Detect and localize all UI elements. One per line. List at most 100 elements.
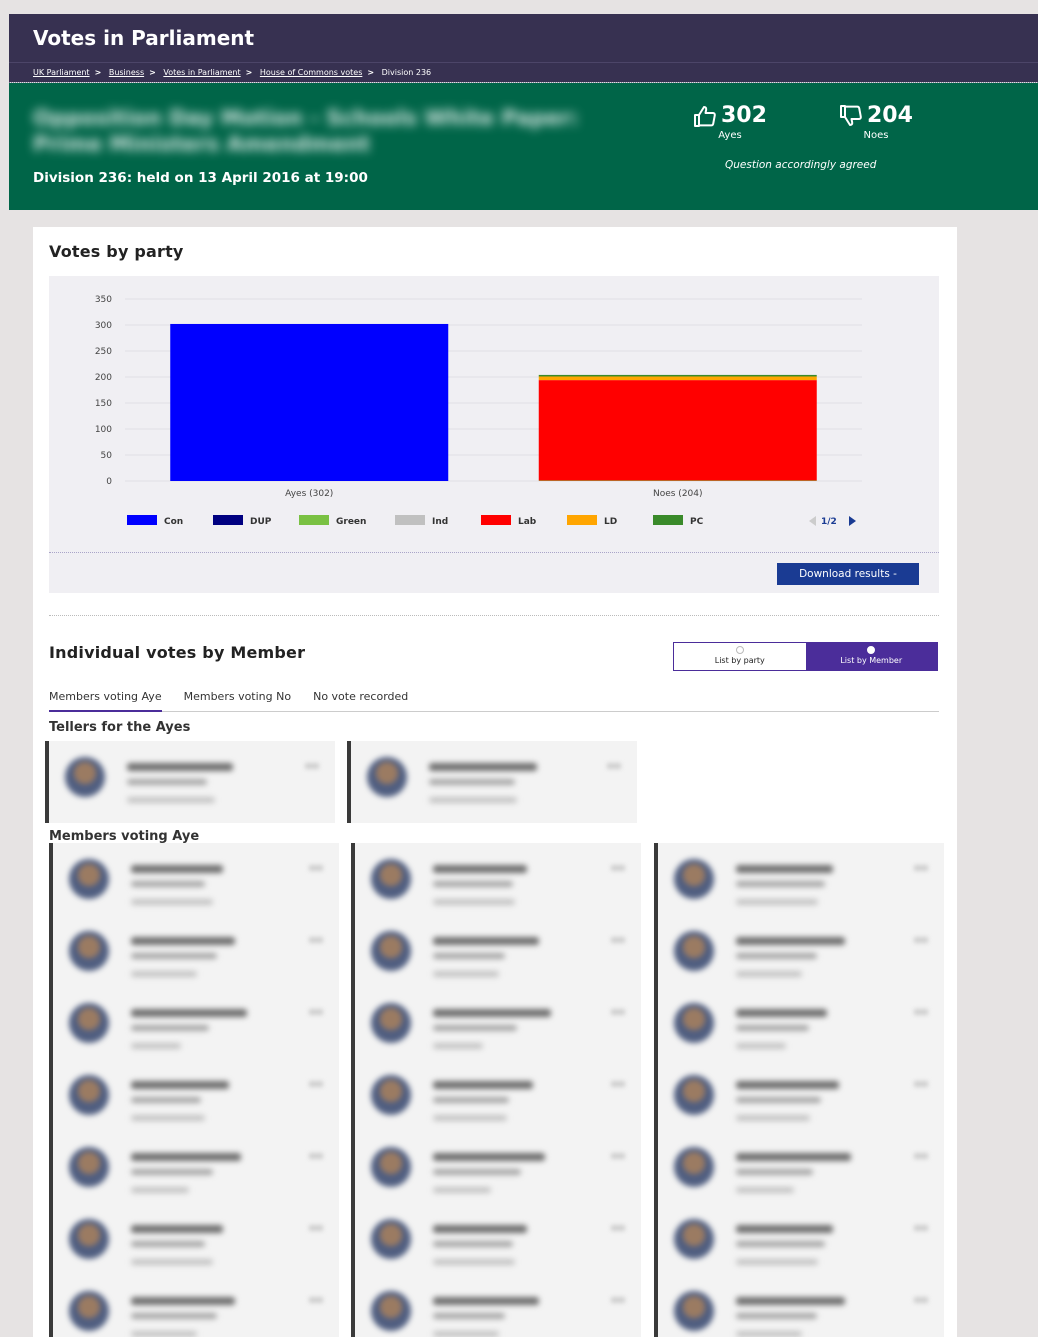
division-result: Question accordingly agreed: [725, 159, 877, 171]
y-tick-label: 250: [95, 347, 112, 357]
member-card[interactable]: [654, 915, 944, 997]
member-menu-icon[interactable]: [914, 1297, 928, 1303]
x-tick-label: Ayes (302): [285, 489, 333, 499]
member-card[interactable]: [49, 1203, 339, 1285]
member-card[interactable]: [351, 1275, 641, 1337]
member-card[interactable]: [49, 1131, 339, 1213]
member-card[interactable]: [351, 1131, 641, 1213]
legend-label: Lab: [518, 517, 537, 527]
ayes-tally: 302 Ayes: [693, 103, 767, 141]
motion-title: Opposition Day Motion - Schools White Pa…: [33, 106, 579, 156]
y-tick-label: 100: [95, 425, 112, 435]
breadcrumb-separator-icon: >: [367, 68, 375, 77]
member-menu-icon[interactable]: [611, 1081, 625, 1087]
member-avatar: [674, 1003, 714, 1043]
member-details: [736, 1153, 851, 1201]
member-menu-icon[interactable]: [309, 1081, 323, 1087]
member-avatar: [69, 1219, 109, 1259]
member-card[interactable]: [49, 843, 339, 925]
breadcrumb-business[interactable]: Business: [109, 68, 144, 77]
member-card[interactable]: [49, 1275, 339, 1337]
individual-votes-heading: Individual votes by Member: [49, 643, 306, 662]
member-avatar: [371, 1147, 411, 1187]
member-details: [736, 1081, 839, 1129]
member-menu-icon[interactable]: [914, 937, 928, 943]
member-avatar: [69, 1147, 109, 1187]
member-details: [736, 865, 833, 913]
member-card[interactable]: [351, 1059, 641, 1141]
tab-members-voting-aye[interactable]: Members voting Aye: [49, 690, 162, 712]
member-menu-icon[interactable]: [309, 937, 323, 943]
member-card[interactable]: [49, 915, 339, 997]
member-card[interactable]: [654, 843, 944, 925]
member-menu-icon[interactable]: [309, 1297, 323, 1303]
legend-swatch: [395, 515, 425, 525]
member-details: [433, 865, 527, 913]
member-card[interactable]: [654, 987, 944, 1069]
member-menu-icon[interactable]: [611, 1225, 625, 1231]
member-details: [433, 937, 539, 985]
legend-swatch: [213, 515, 243, 525]
legend-label: DUP: [250, 517, 272, 527]
member-details: [131, 937, 235, 985]
member-card[interactable]: [654, 1203, 944, 1285]
member-menu-icon[interactable]: [914, 1225, 928, 1231]
legend-label: PC: [690, 517, 704, 527]
member-menu-icon[interactable]: [914, 865, 928, 871]
legend-swatch: [567, 515, 597, 525]
breadcrumb-commons-votes[interactable]: House of Commons votes: [260, 68, 362, 77]
list-by-party-option[interactable]: List by party: [674, 643, 806, 670]
member-card[interactable]: [347, 741, 637, 823]
member-avatar: [371, 859, 411, 899]
list-by-member-option[interactable]: List by Member: [805, 643, 937, 670]
member-menu-icon[interactable]: [611, 1009, 625, 1015]
member-menu-icon[interactable]: [611, 1153, 625, 1159]
member-menu-icon[interactable]: [611, 865, 625, 871]
member-menu-icon[interactable]: [611, 1297, 625, 1303]
member-card[interactable]: [351, 915, 641, 997]
member-details: [429, 763, 537, 811]
legend-page-indicator: 1/2: [821, 517, 837, 527]
legend-swatch: [481, 515, 511, 525]
member-card[interactable]: [49, 1059, 339, 1141]
member-card[interactable]: [45, 741, 335, 823]
breadcrumb-votes-in-parliament[interactable]: Votes in Parliament: [163, 68, 240, 77]
y-tick-label: 150: [95, 399, 112, 409]
member-card[interactable]: [654, 1275, 944, 1337]
breadcrumb-uk-parliament[interactable]: UK Parliament: [33, 68, 90, 77]
member-menu-icon[interactable]: [309, 1153, 323, 1159]
member-menu-icon[interactable]: [607, 763, 621, 769]
tab-no-vote-recorded[interactable]: No vote recorded: [313, 690, 408, 712]
member-menu-icon[interactable]: [309, 865, 323, 871]
member-menu-icon[interactable]: [914, 1153, 928, 1159]
member-card[interactable]: [351, 1203, 641, 1285]
y-tick-label: 0: [106, 477, 112, 487]
member-details: [131, 1153, 241, 1201]
member-menu-icon[interactable]: [305, 763, 319, 769]
member-card[interactable]: [654, 1131, 944, 1213]
noes-label: Noes: [863, 130, 889, 141]
member-avatar: [69, 931, 109, 971]
member-card[interactable]: [351, 843, 641, 925]
site-header: Votes in Parliament: [9, 14, 1038, 62]
legend-swatch: [127, 515, 157, 525]
legend-swatch: [653, 515, 683, 525]
member-menu-icon[interactable]: [309, 1009, 323, 1015]
breadcrumb-separator-icon: >: [94, 68, 102, 77]
member-menu-icon[interactable]: [611, 937, 625, 943]
site-title[interactable]: Votes in Parliament: [33, 26, 254, 50]
legend-label: Green: [336, 517, 366, 527]
member-details: [736, 1297, 845, 1337]
ayes-label: Ayes: [718, 130, 742, 141]
bar-segment-lab: [538, 380, 817, 481]
radio-selected-icon: [867, 646, 876, 654]
member-menu-icon[interactable]: [914, 1081, 928, 1087]
member-card[interactable]: [49, 987, 339, 1069]
tab-members-voting-no[interactable]: Members voting No: [184, 690, 292, 712]
thumbs-down-icon: [840, 104, 862, 126]
member-menu-icon[interactable]: [309, 1225, 323, 1231]
member-menu-icon[interactable]: [914, 1009, 928, 1015]
download-results-button[interactable]: Download results -: [777, 563, 919, 585]
member-card[interactable]: [351, 987, 641, 1069]
member-card[interactable]: [654, 1059, 944, 1141]
